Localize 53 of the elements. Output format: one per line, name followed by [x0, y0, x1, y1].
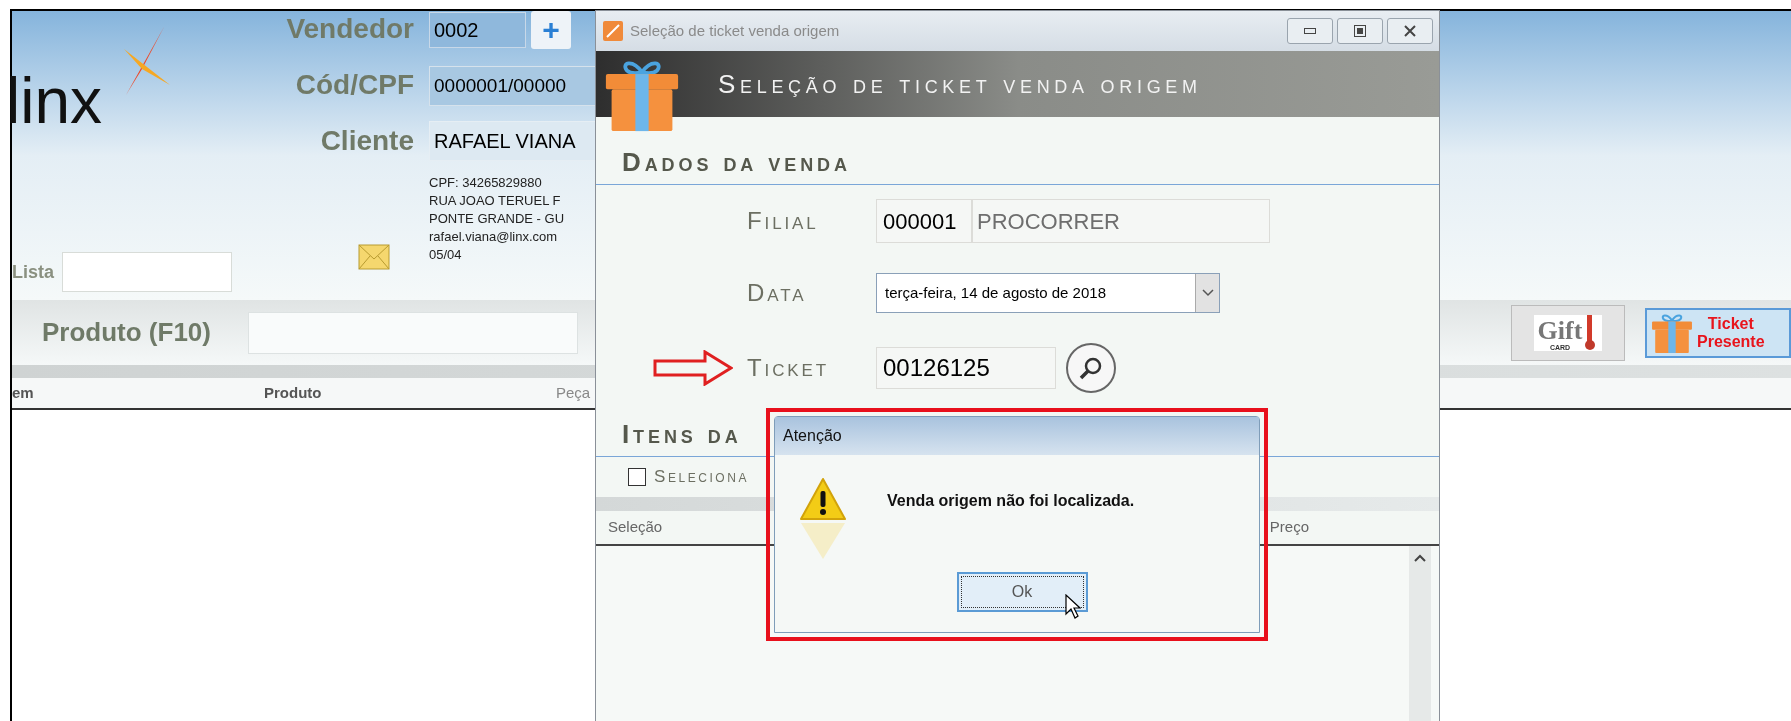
alert-title: Atenção — [783, 426, 842, 446]
column-header: Seleção — [608, 517, 663, 538]
code-field[interactable]: 000001 — [876, 199, 972, 243]
lista-field[interactable] — [62, 252, 232, 292]
field-label: Filial — [747, 206, 820, 236]
maximize-icon — [1354, 25, 1366, 37]
search-icon — [1078, 355, 1104, 381]
produto-label: Produto (F10) — [42, 316, 212, 349]
maximize-button[interactable] — [1337, 18, 1383, 44]
vendedor-field[interactable]: 0002 — [429, 12, 526, 48]
column-header: em — [12, 382, 35, 403]
produto-field[interactable] — [248, 311, 578, 354]
date-dropdown[interactable]: terça-feira, 14 de agosto de 2018 — [876, 273, 1220, 313]
customer-info-line: PONTE GRANDE - GU — [429, 210, 566, 228]
column-header: Peça — [556, 382, 591, 403]
field-label: Ticket — [747, 353, 830, 383]
scrollbar[interactable] — [1409, 546, 1431, 721]
section-title: Dados da venda — [622, 147, 851, 177]
ticket-presente-button[interactable]: Ticket Presente — [1645, 307, 1791, 358]
cod-cpf-field[interactable]: 0000001/00000 — [429, 66, 596, 106]
customer-info-line: CPF: 34265829880 — [429, 174, 543, 192]
cliente-field[interactable]: RAFAEL VIANA — [429, 121, 596, 161]
envelope-icon — [358, 244, 390, 270]
minimize-icon — [1304, 28, 1316, 34]
column-header: Produto — [264, 382, 323, 403]
checkbox[interactable] — [628, 468, 646, 486]
search-button[interactable] — [1066, 343, 1116, 393]
customer-info-line: 05/04 — [429, 246, 463, 264]
name-field[interactable]: PROCORRER — [972, 199, 1270, 243]
close-icon — [1404, 25, 1416, 37]
field-label: Data — [747, 278, 808, 308]
chevron-up-icon — [1414, 554, 1426, 562]
customer-info-line: rafael.viana@linx.com — [429, 228, 559, 246]
checkbox-label: Seleciona — [654, 466, 749, 489]
close-button[interactable] — [1387, 18, 1433, 44]
minimize-button[interactable] — [1287, 18, 1333, 44]
ok-button[interactable]: Ok — [956, 572, 1088, 612]
warning-icon — [799, 475, 847, 559]
app-icon — [602, 20, 624, 42]
add-button[interactable]: + — [531, 11, 571, 49]
vendedor-label: Vendedor — [285, 12, 414, 46]
customer-info-line: RUA JOAO TERUEL F — [429, 192, 562, 210]
cliente-label: Cliente — [319, 124, 414, 158]
date-value: terça-feira, 14 de agosto de 2018 — [884, 282, 1107, 303]
column-header: Preço — [1269, 517, 1309, 538]
alert-message: Venda origem não foi localizada. — [887, 491, 1135, 511]
section-title: Itens da — [622, 419, 742, 449]
cod-cpf-label: Cód/CPF — [294, 68, 414, 102]
lista-label: Lista — [12, 260, 54, 284]
cursor-icon — [1065, 594, 1081, 620]
ticket-field[interactable]: 00126125 — [876, 347, 1056, 389]
chevron-down-icon — [1201, 289, 1214, 297]
dialog-title: Seleção de ticket venda origem — [630, 20, 840, 41]
